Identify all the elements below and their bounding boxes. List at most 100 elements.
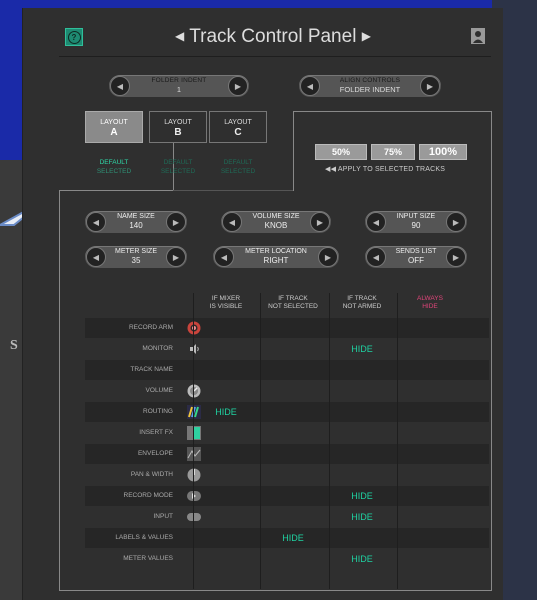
- name-size-stepper[interactable]: ◀ NAME SIZE 140 ▶: [85, 211, 187, 233]
- visibility-cell[interactable]: [397, 423, 463, 443]
- sends-list-stepper[interactable]: ◀ SENDS LIST OFF ▶: [365, 246, 467, 268]
- visibility-cell[interactable]: [397, 528, 463, 548]
- visibility-cell[interactable]: HIDE: [329, 549, 395, 569]
- next-panel-arrow-icon[interactable]: ▶: [362, 29, 371, 43]
- visibility-cell[interactable]: [397, 465, 463, 485]
- visibility-cell[interactable]: [193, 339, 259, 359]
- decrease-arrow-icon[interactable]: ◀: [214, 247, 234, 267]
- input-size-stepper[interactable]: ◀ INPUT SIZE 90 ▶: [365, 211, 467, 233]
- column-divider: [260, 293, 261, 589]
- apply-to-selected-tracks-button[interactable]: ◀◀ APPLY TO SELECTED TRACKS: [325, 165, 445, 173]
- visibility-cell[interactable]: HIDE: [329, 486, 395, 506]
- visibility-cell[interactable]: [193, 465, 259, 485]
- layout-frame-line: [293, 111, 491, 112]
- visibility-cell[interactable]: [193, 444, 259, 464]
- column-header-not-selected: IF TRACK NOT SELECTED: [260, 295, 326, 311]
- row-label: METER VALUES: [123, 555, 173, 562]
- visibility-cell[interactable]: [397, 486, 463, 506]
- row-label: TRACK NAME: [130, 366, 173, 373]
- visibility-cell[interactable]: [329, 318, 395, 338]
- scale-50-button[interactable]: 50%: [315, 144, 367, 160]
- increase-arrow-icon[interactable]: ▶: [166, 247, 186, 267]
- meter-location-stepper[interactable]: ◀ METER LOCATION RIGHT ▶: [213, 246, 339, 268]
- visibility-cell[interactable]: [193, 318, 259, 338]
- align-controls-stepper[interactable]: ◀ ALIGN CONTROLS FOLDER INDENT ▶: [299, 75, 441, 97]
- visibility-cell[interactable]: [397, 507, 463, 527]
- visibility-cell[interactable]: [260, 507, 326, 527]
- visibility-cell[interactable]: [260, 360, 326, 380]
- visibility-cell[interactable]: [329, 381, 395, 401]
- row-label: RECORD ARM: [128, 324, 173, 331]
- visibility-cell[interactable]: [193, 486, 259, 506]
- visibility-cell[interactable]: [193, 528, 259, 548]
- meter-size-stepper[interactable]: ◀ METER SIZE 35 ▶: [85, 246, 187, 268]
- increase-arrow-icon[interactable]: ▶: [228, 76, 248, 96]
- visibility-cell[interactable]: [329, 528, 395, 548]
- visibility-cell[interactable]: [260, 318, 326, 338]
- layout-frame-line: [59, 190, 60, 590]
- visibility-cell[interactable]: [397, 444, 463, 464]
- visibility-cell[interactable]: [397, 381, 463, 401]
- increase-arrow-icon[interactable]: ▶: [310, 212, 330, 232]
- visibility-cell[interactable]: [329, 360, 395, 380]
- tab-layout-b[interactable]: LAYOUT B: [149, 111, 207, 143]
- user-icon[interactable]: [471, 28, 485, 44]
- help-icon[interactable]: ?: [65, 28, 83, 46]
- folder-indent-stepper[interactable]: ◀ FOLDER INDENT 1 ▶: [109, 75, 249, 97]
- visibility-cell[interactable]: [397, 339, 463, 359]
- layout-c-status[interactable]: DEFAULT SELECTED: [209, 158, 267, 176]
- layout-a-status[interactable]: DEFAULT SELECTED: [85, 158, 143, 176]
- stepper-label: SENDS LIST: [395, 248, 437, 255]
- visibility-cell[interactable]: [397, 318, 463, 338]
- visibility-cell[interactable]: [260, 381, 326, 401]
- visibility-cell[interactable]: [329, 465, 395, 485]
- tab-label: LAYOUT: [100, 119, 128, 126]
- row-label: PAN & WIDTH: [130, 471, 173, 478]
- visibility-cell[interactable]: HIDE: [329, 339, 395, 359]
- visibility-cell[interactable]: [193, 507, 259, 527]
- increase-arrow-icon[interactable]: ▶: [166, 212, 186, 232]
- visibility-cell[interactable]: HIDE: [260, 528, 326, 548]
- visibility-cell[interactable]: [193, 360, 259, 380]
- scale-75-button[interactable]: 75%: [371, 144, 415, 160]
- increase-arrow-icon[interactable]: ▶: [446, 247, 466, 267]
- layout-b-status[interactable]: DEFAULT SELECTED: [149, 158, 207, 176]
- visibility-cell[interactable]: [260, 339, 326, 359]
- scale-100-button[interactable]: 100%: [419, 144, 467, 160]
- selected-label: SELECTED: [160, 168, 196, 175]
- title-divider: [59, 56, 491, 57]
- visibility-cell[interactable]: [397, 360, 463, 380]
- visibility-cell[interactable]: HIDE: [329, 507, 395, 527]
- decrease-arrow-icon[interactable]: ◀: [300, 76, 320, 96]
- visibility-cell[interactable]: [260, 444, 326, 464]
- tab-layout-a[interactable]: LAYOUT A: [85, 111, 143, 143]
- decrease-arrow-icon[interactable]: ◀: [86, 247, 106, 267]
- prev-panel-arrow-icon[interactable]: ◀: [175, 29, 184, 43]
- row-label: INPUT: [153, 513, 174, 520]
- visibility-cell[interactable]: [260, 549, 326, 569]
- visibility-cell[interactable]: [260, 465, 326, 485]
- visibility-cell[interactable]: [260, 423, 326, 443]
- visibility-cell[interactable]: [193, 549, 259, 569]
- volume-size-stepper[interactable]: ◀ VOLUME SIZE KNOB ▶: [221, 211, 331, 233]
- visibility-cell[interactable]: [260, 402, 326, 422]
- decrease-arrow-icon[interactable]: ◀: [110, 76, 130, 96]
- visibility-cell[interactable]: [397, 402, 463, 422]
- decrease-arrow-icon[interactable]: ◀: [222, 212, 242, 232]
- visibility-cell[interactable]: [193, 423, 259, 443]
- decrease-arrow-icon[interactable]: ◀: [366, 247, 386, 267]
- decrease-arrow-icon[interactable]: ◀: [86, 212, 106, 232]
- visibility-cell[interactable]: [329, 423, 395, 443]
- visibility-cell[interactable]: [397, 549, 463, 569]
- increase-arrow-icon[interactable]: ▶: [446, 212, 466, 232]
- layout-frame-line: [59, 590, 492, 591]
- tab-layout-c[interactable]: LAYOUT C: [209, 111, 267, 143]
- visibility-cell[interactable]: [329, 402, 395, 422]
- visibility-cell[interactable]: [193, 381, 259, 401]
- decrease-arrow-icon[interactable]: ◀: [366, 212, 386, 232]
- increase-arrow-icon[interactable]: ▶: [318, 247, 338, 267]
- visibility-cell[interactable]: [260, 486, 326, 506]
- visibility-cell[interactable]: [329, 444, 395, 464]
- increase-arrow-icon[interactable]: ▶: [420, 76, 440, 96]
- visibility-cell[interactable]: HIDE: [193, 402, 259, 422]
